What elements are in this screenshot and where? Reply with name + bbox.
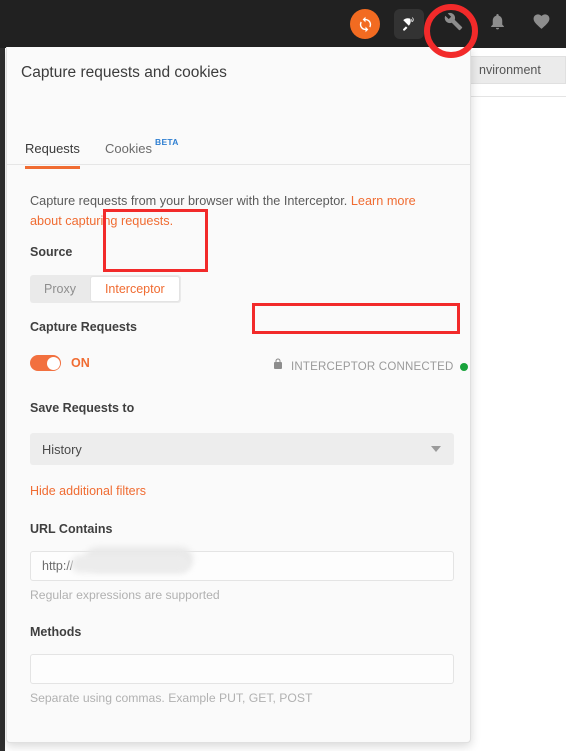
capture-requests-label: Capture Requests [30, 320, 137, 334]
header-icon-group [350, 0, 556, 48]
source-label: Source [30, 245, 73, 259]
toggle-knob [46, 356, 60, 370]
interceptor-satellite-icon [394, 9, 424, 39]
environment-selector[interactable]: nvironment [470, 56, 566, 84]
source-option-proxy[interactable]: Proxy [30, 275, 90, 303]
methods-input[interactable] [30, 654, 454, 684]
tab-cookies[interactable]: Cookies [105, 141, 152, 169]
tab-requests[interactable]: Requests [25, 141, 80, 169]
heart-icon [532, 12, 551, 36]
notifications-button[interactable] [482, 9, 512, 39]
environment-selector-label: nvironment [479, 63, 541, 77]
panel-intro-text: Capture requests from your browser with … [30, 191, 440, 231]
url-contains-hint: Regular expressions are supported [30, 588, 220, 602]
connection-status-dot [460, 362, 469, 371]
url-contains-label: URL Contains [30, 522, 113, 536]
source-option-interceptor[interactable]: Interceptor [89, 276, 180, 302]
panel-title: Capture requests and cookies [21, 64, 227, 81]
url-contains-value: http:// [42, 559, 74, 573]
source-segmented-control: Proxy Interceptor [30, 275, 181, 303]
capture-requests-toggle-state: ON [71, 356, 90, 370]
sync-icon [350, 9, 380, 39]
left-sidebar-rail [0, 48, 5, 751]
lock-icon [272, 357, 284, 376]
app-header [0, 0, 566, 48]
bell-icon [488, 12, 507, 36]
save-requests-selected-value: History [42, 441, 82, 457]
intro-sentence: Capture requests from your browser with … [30, 194, 351, 208]
chevron-down-icon [431, 446, 441, 452]
capture-requests-toggle[interactable] [30, 355, 61, 371]
cookies-beta-badge: BETA [155, 137, 179, 147]
methods-label: Methods [30, 625, 82, 639]
save-requests-label: Save Requests to [30, 401, 135, 415]
url-redaction-blur-secondary [71, 555, 189, 573]
settings-wrench-button[interactable] [438, 9, 468, 39]
save-requests-select[interactable]: History [30, 433, 454, 465]
sync-button[interactable] [350, 9, 380, 39]
hide-additional-filters-link[interactable]: Hide additional filters [30, 484, 146, 498]
favorites-button[interactable] [526, 9, 556, 39]
panel-tab-bar: Requests Cookies BETA [7, 137, 470, 169]
methods-hint: Separate using commas. Example PUT, GET,… [30, 691, 313, 705]
capture-requests-toggle-row: ON [30, 355, 90, 371]
wrench-icon [444, 12, 463, 36]
capture-requests-panel: Capture requests and cookies Requests Co… [6, 47, 471, 743]
interceptor-connected-text: INTERCEPTOR CONNECTED [291, 360, 454, 373]
interceptor-button[interactable] [394, 9, 424, 39]
interceptor-connection-status: INTERCEPTOR CONNECTED [272, 357, 469, 376]
workbench-divider [470, 96, 566, 97]
